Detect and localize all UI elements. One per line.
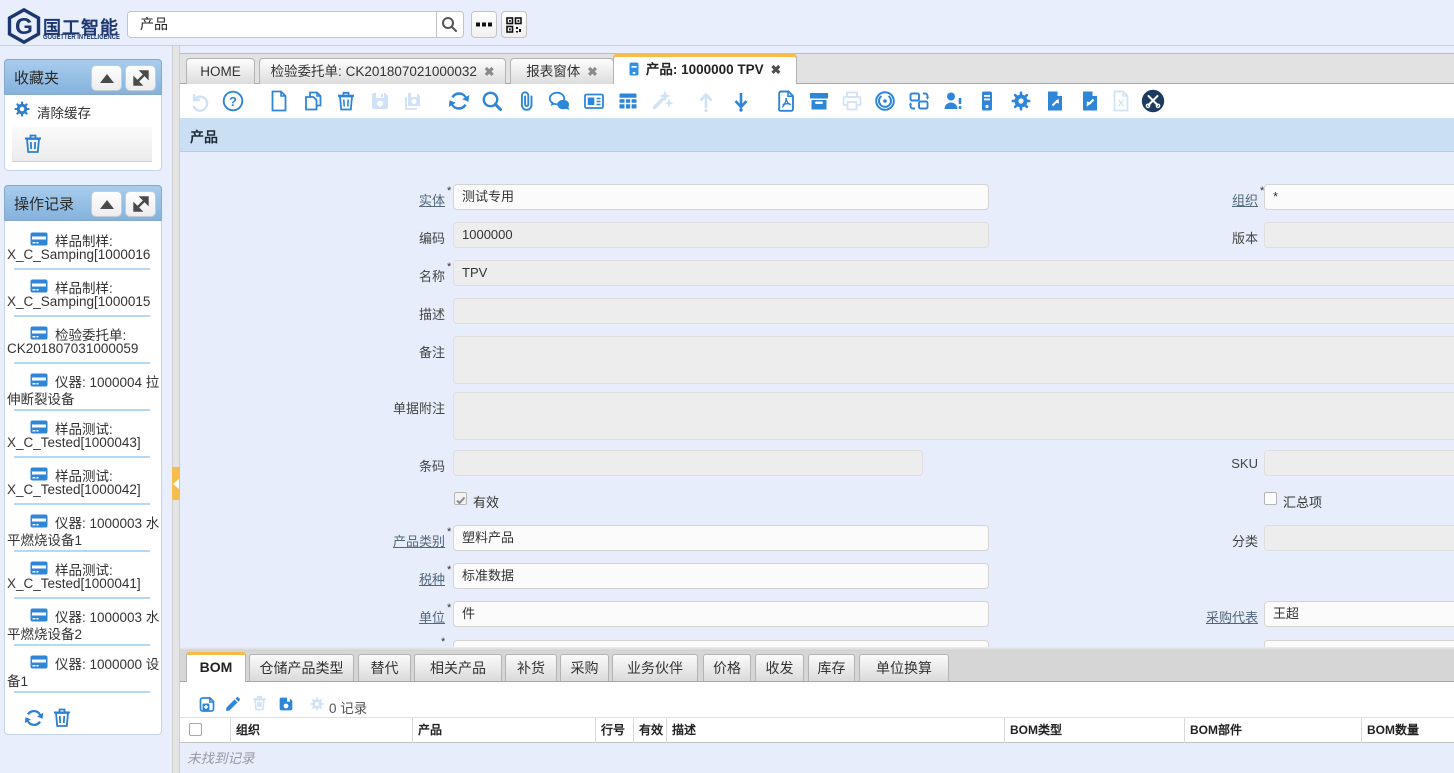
svg-text:G: G [15, 13, 33, 39]
svg-text:X: X [1118, 99, 1125, 110]
svg-text:?: ? [229, 94, 237, 109]
